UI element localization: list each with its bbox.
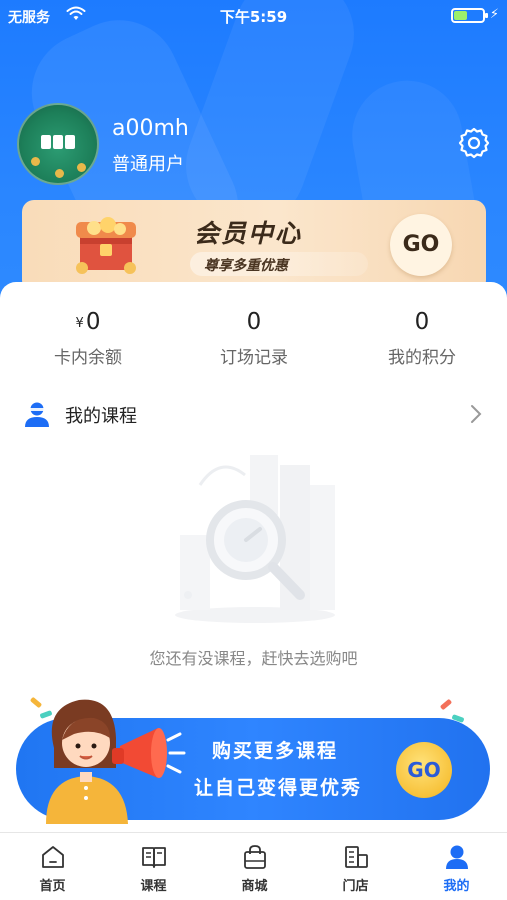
chip-decoration <box>31 157 40 166</box>
tab-home[interactable]: 首页 <box>2 833 103 900</box>
chip-decoration <box>77 163 86 172</box>
playing-card-decoration <box>53 135 63 149</box>
user-icon <box>25 402 49 427</box>
my-courses-row[interactable]: 我的课程 <box>0 390 507 438</box>
book-icon <box>142 847 166 868</box>
buy-courses-banner[interactable]: 购买更多课程 让自己变得更优秀 GO <box>16 699 490 824</box>
treasure-chest-icon <box>76 217 136 274</box>
tab-mall[interactable]: 商城 <box>204 833 305 900</box>
promo-title: 购买更多课程 <box>212 740 339 762</box>
tab-label: 我的 <box>443 879 470 894</box>
stat-bookings[interactable]: 0 订场记录 <box>174 305 334 368</box>
bookings-value: 0 <box>246 309 262 335</box>
tab-mine[interactable]: 我的 <box>406 833 507 900</box>
chip-decoration <box>55 169 64 178</box>
home-icon <box>42 846 64 868</box>
member-center-banner[interactable]: 会员中心 尊享多重优惠 GO <box>22 200 486 292</box>
battery-icon <box>451 8 488 23</box>
chevron-right-icon <box>471 405 482 423</box>
member-center-subtitle: 尊享多重优惠 <box>204 258 288 274</box>
stat-points[interactable]: 0 我的积分 <box>342 305 502 368</box>
stat-label: 订场记录 <box>220 348 288 368</box>
playing-card-decoration <box>65 135 75 149</box>
status-bar: 无服务 下午5:59 ⚡ <box>0 0 507 32</box>
tab-label: 门店 <box>342 879 369 894</box>
tab-courses[interactable]: 课程 <box>103 833 204 900</box>
username: a00mh <box>112 116 189 141</box>
charging-icon: ⚡ <box>489 7 499 22</box>
balance-value: 0 <box>85 309 101 335</box>
member-center-title: 会员中心 <box>194 219 303 248</box>
stats-row: ¥0 卡内余额 0 订场记录 0 我的积分 <box>0 305 507 375</box>
member-go-button[interactable]: GO <box>390 214 452 276</box>
status-time: 下午5:59 <box>219 8 288 26</box>
settings-gear-icon[interactable] <box>458 127 490 159</box>
empty-courses-message: 您还有没课程，赶快去选购吧 <box>149 649 358 668</box>
bottom-tab-bar: 首页 课程 商城 门店 我的 <box>0 832 507 900</box>
stat-label: 我的积分 <box>388 348 456 368</box>
my-courses-title: 我的课程 <box>65 406 137 427</box>
girl-megaphone-illustration <box>46 699 186 824</box>
tab-label: 课程 <box>140 879 167 894</box>
user-icon <box>446 845 468 869</box>
tab-stores[interactable]: 门店 <box>305 833 406 900</box>
avatar[interactable] <box>17 103 99 185</box>
stat-label: 卡内余额 <box>54 348 122 368</box>
battery-level-fill <box>454 11 467 20</box>
empty-search-illustration <box>175 455 335 623</box>
tab-label: 首页 <box>39 879 66 894</box>
promo-subtitle: 让自己变得更优秀 <box>194 777 363 799</box>
stat-value: ¥0 <box>8 305 168 339</box>
user-type: 普通用户 <box>112 154 184 175</box>
shopping-bag-icon <box>244 845 266 869</box>
tab-label: 商城 <box>241 879 268 894</box>
currency-symbol: ¥ <box>75 316 84 331</box>
store-icon <box>345 846 368 868</box>
promo-go-button[interactable]: GO <box>396 742 452 798</box>
points-value: 0 <box>414 309 430 335</box>
stat-balance[interactable]: ¥0 卡内余额 <box>8 305 168 368</box>
playing-card-decoration <box>41 135 51 149</box>
